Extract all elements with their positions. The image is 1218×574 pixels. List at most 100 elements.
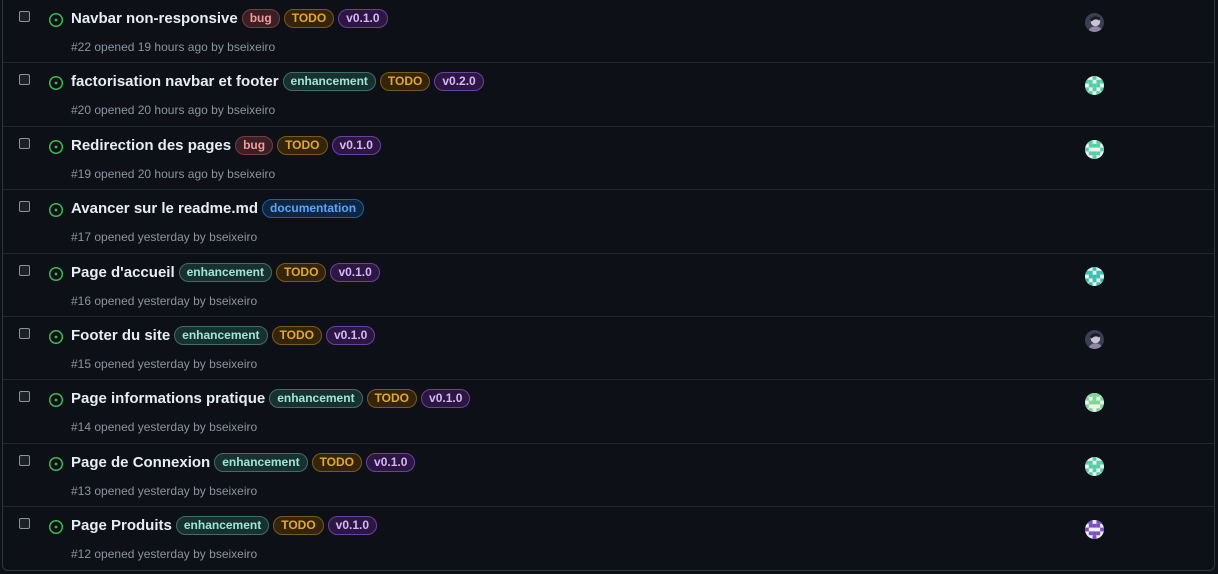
label-enhancement[interactable]: enhancement [214, 452, 308, 472]
label-enhancement[interactable]: enhancement [282, 72, 376, 92]
issue-title-line: Page de Connexion enhancement TODO v0.1.0 [71, 452, 419, 472]
issue-meta: #20 opened 20 hours ago by bseixeiro [71, 103, 275, 117]
label-bug[interactable]: bug [241, 9, 280, 28]
issue-row[interactable]: Footer du site enhancement TODO v0.1.0 #15 o… [3, 317, 1214, 381]
issue-title-link[interactable]: Navbar non-responsive [71, 10, 238, 27]
assignee-avatar[interactable] [1085, 13, 1104, 32]
issue-author-link[interactable]: bseixeiro [209, 420, 257, 434]
issue-row[interactable]: Page informations pratique enhancement TOD… [3, 380, 1214, 444]
issue-title-link[interactable]: Page d'accueil [71, 264, 175, 281]
assignee-avatar[interactable] [1085, 393, 1104, 413]
issue-author-link[interactable]: bseixeiro [209, 547, 257, 561]
issue-opened-icon [48, 456, 64, 472]
issue-title-link[interactable]: Page informations pratique [71, 390, 265, 407]
issue-select-checkbox[interactable] [19, 391, 30, 403]
issue-number: #14 [71, 420, 92, 435]
label-todo[interactable]: TODO [379, 72, 431, 92]
issue-select-checkbox[interactable] [19, 11, 30, 22]
label-documentation[interactable]: documentation [262, 199, 365, 219]
issue-select-checkbox[interactable] [19, 327, 30, 339]
issue-author-link[interactable]: bseixeiro [227, 167, 275, 181]
issue-author-link[interactable]: bseixeiro [227, 103, 275, 117]
issue-number: #19 [71, 166, 92, 181]
issue-select-checkbox[interactable] [19, 201, 30, 213]
label-version[interactable]: v0.2.0 [434, 72, 484, 92]
issue-row[interactable]: Page Produits enhancement TODO v0.1.0 #12 op… [3, 507, 1214, 570]
issue-select-checkbox[interactable] [19, 137, 30, 149]
label-todo[interactable]: TODO [311, 452, 363, 472]
issue-title-link[interactable]: Page Produits [71, 517, 172, 534]
issue-row[interactable]: Page d'accueil enhancement TODO v0.1.0 #16 o… [3, 254, 1214, 317]
issue-row[interactable]: Page de Connexion enhancement TODO v0.1.0 #1… [3, 444, 1214, 508]
issue-row[interactable]: Redirection des pages bug TODO v0.1.0 #19 op… [3, 127, 1214, 191]
label-todo[interactable]: TODO [271, 325, 322, 345]
issue-title-link[interactable]: Redirection des pages [71, 137, 231, 154]
issue-author-link[interactable]: bseixeiro [209, 230, 257, 244]
issue-author-link[interactable]: bseixeiro [209, 294, 257, 308]
issue-opened-text: opened yesterday by [94, 230, 206, 245]
issue-title-link[interactable]: Avancer sur le readme.md [71, 200, 258, 217]
issue-number: #15 [71, 356, 92, 371]
assignee-avatar[interactable] [1085, 456, 1104, 476]
label-version[interactable]: v0.1.0 [421, 389, 471, 409]
issue-row[interactable]: Avancer sur le readme.md documentation #17… [3, 190, 1214, 254]
label-bug[interactable]: bug [235, 135, 274, 155]
issue-number: #13 [71, 483, 92, 498]
issue-select-checkbox[interactable] [19, 74, 30, 86]
issue-opened-text: opened 19 hours ago by [94, 40, 224, 54]
issue-author-link[interactable]: bseixeiro [209, 484, 257, 498]
label-enhancement[interactable]: enhancement [178, 262, 272, 282]
assignee-avatar[interactable] [1085, 266, 1104, 286]
label-version[interactable]: v0.1.0 [325, 325, 376, 345]
issue-number: #16 [71, 293, 92, 308]
issue-opened-icon [48, 519, 64, 535]
issue-select-checkbox[interactable] [19, 264, 30, 276]
label-enhancement[interactable]: enhancement [175, 516, 270, 536]
label-todo[interactable]: TODO [366, 389, 418, 409]
issue-opened-text: opened yesterday by [94, 420, 206, 435]
issue-title-line: Redirection des pages bug TODO v0.1.0 [71, 135, 385, 155]
issue-row[interactable]: Navbar non-responsive bug TODO v0.1.0 #22 op… [3, 0, 1214, 64]
assignee-avatar[interactable] [1085, 139, 1104, 159]
issue-number: #22 [71, 40, 92, 54]
label-version[interactable]: v0.1.0 [331, 135, 381, 155]
issue-number: #17 [71, 230, 92, 245]
issue-title-line: Navbar non-responsive bug TODO v0.1.0 [71, 9, 392, 28]
issue-author-link[interactable]: bseixeiro [209, 357, 257, 371]
assignee-avatar[interactable] [1085, 76, 1104, 96]
issue-title-line: Page informations pratique enhancement TOD… [71, 389, 474, 409]
issue-meta: #13 opened yesterday by bseixeiro [71, 484, 257, 498]
issue-opened-icon [48, 12, 64, 28]
issue-opened-text: opened yesterday by [94, 293, 206, 308]
label-enhancement[interactable]: enhancement [174, 325, 268, 345]
assignee-avatar[interactable] [1085, 520, 1104, 540]
issue-row[interactable]: factorisation navbar et footer enhancemen… [3, 63, 1214, 127]
label-todo[interactable]: TODO [273, 516, 324, 536]
label-todo[interactable]: TODO [277, 135, 328, 155]
label-version[interactable]: v0.1.0 [366, 452, 416, 472]
issue-title-line: Avancer sur le readme.md documentation [71, 199, 368, 219]
label-todo[interactable]: TODO [283, 9, 335, 28]
issue-opened-text: opened 20 hours ago by [94, 103, 224, 118]
issue-opened-icon [48, 75, 64, 91]
issue-author-link[interactable]: bseixeiro [227, 40, 275, 54]
issue-title-line: Footer du site enhancement TODO v0.1.0 [71, 325, 379, 345]
issue-title-line: factorisation navbar et footer enhancemen… [71, 72, 488, 92]
issue-meta: #14 opened yesterday by bseixeiro [71, 420, 257, 434]
issue-opened-text: opened yesterday by [94, 356, 206, 371]
assignee-avatar[interactable] [1085, 329, 1104, 349]
issue-title-link[interactable]: factorisation navbar et footer [71, 73, 279, 90]
label-enhancement[interactable]: enhancement [269, 389, 363, 409]
issue-opened-text: opened yesterday by [94, 483, 206, 498]
issue-meta: #17 opened yesterday by bseixeiro [71, 230, 257, 244]
label-version[interactable]: v0.1.0 [338, 9, 388, 28]
label-todo[interactable]: TODO [275, 262, 327, 282]
issue-select-checkbox[interactable] [19, 454, 30, 466]
issue-title-line: Page d'accueil enhancement TODO v0.1.0 [71, 262, 384, 282]
label-version[interactable]: v0.1.0 [327, 516, 378, 536]
label-version[interactable]: v0.1.0 [330, 262, 380, 282]
issue-title-link[interactable]: Footer du site [71, 327, 170, 344]
issue-title-link[interactable]: Page de Connexion [71, 454, 210, 471]
issue-select-checkbox[interactable] [19, 518, 30, 530]
issue-title-line: Page Produits enhancement TODO v0.1.0 [71, 516, 381, 536]
